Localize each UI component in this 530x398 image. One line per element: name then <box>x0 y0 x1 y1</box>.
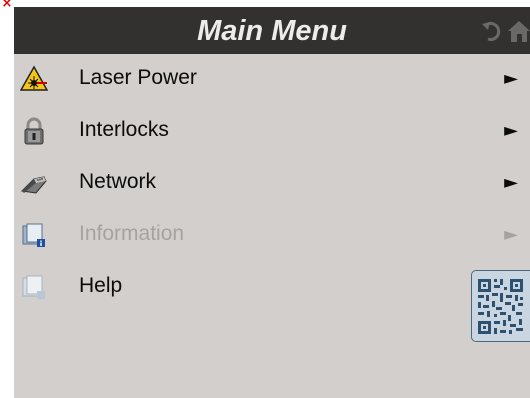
menu-item-help[interactable]: Help <box>14 262 530 314</box>
chevron-right-icon: ► <box>504 172 518 193</box>
menu-item-label: Interlocks <box>79 118 169 141</box>
title-bar: Main Menu <box>14 7 530 54</box>
menu-item-label: Laser Power <box>79 66 197 89</box>
menu-item-laser-power[interactable]: Laser Power ► <box>14 54 530 106</box>
qr-code-button[interactable] <box>471 270 530 342</box>
chevron-right-icon: ► <box>504 120 518 141</box>
chevron-right-icon: ► <box>504 224 518 245</box>
help-document-icon <box>22 275 45 299</box>
chevron-right-icon: ► <box>504 68 518 89</box>
main-menu-panel: Main Menu Laser Power ► Interlocks ► Net… <box>14 7 530 398</box>
menu-item-network[interactable]: Network ► <box>14 158 530 210</box>
home-icon[interactable] <box>508 19 530 43</box>
main-menu-list: Laser Power ► Interlocks ► Network ► Inf… <box>14 54 530 314</box>
menu-item-label: Information <box>79 222 185 245</box>
menu-item-interlocks[interactable]: Interlocks ► <box>14 106 530 158</box>
qr-code-icon <box>478 279 523 334</box>
padlock-icon <box>24 117 44 145</box>
information-document-icon <box>22 223 45 247</box>
close-icon[interactable]: × <box>1 0 13 11</box>
page-title: Main Menu <box>197 15 347 47</box>
menu-item-information: Information ► <box>14 210 530 262</box>
laser-warning-icon <box>20 65 48 91</box>
menu-item-label: Help <box>79 274 123 297</box>
back-arrow-icon[interactable] <box>481 19 505 43</box>
menu-item-label: Network <box>79 170 157 193</box>
network-cable-icon <box>20 176 47 194</box>
